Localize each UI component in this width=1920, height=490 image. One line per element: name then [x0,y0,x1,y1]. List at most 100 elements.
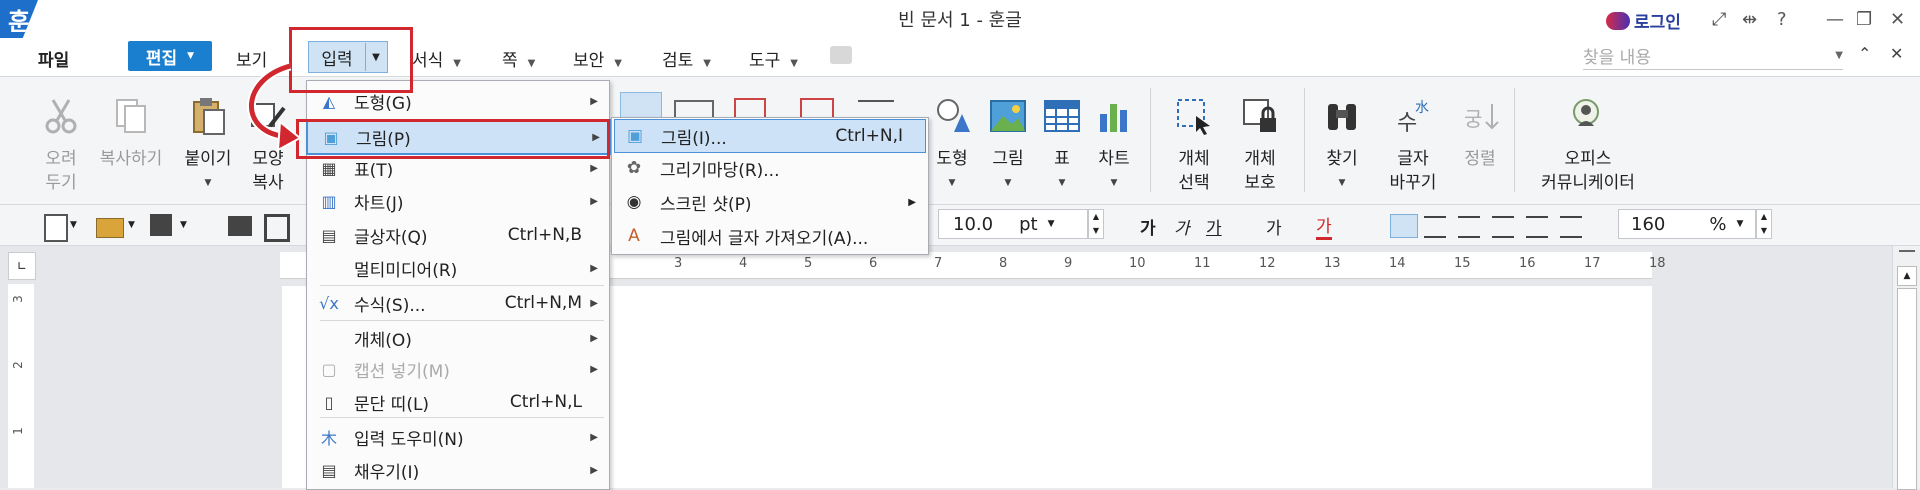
cut-button[interactable]: 오려 두기 [38,96,84,195]
print-icon[interactable] [228,216,252,236]
menu-item-multimedia[interactable]: 멀티미디어(R) ▶ [306,252,608,284]
menu-item-formula[interactable]: √x 수식(S)... Ctrl+N,M ▶ [306,287,608,319]
chevron-right-icon: ▶ [590,464,598,476]
collapse-ribbon-icon[interactable]: ⌃ [1858,44,1871,63]
communicator-icon [1573,99,1599,126]
scroll-menu-icon[interactable] [1899,250,1915,256]
menu-page[interactable]: 쪽 ▼ [502,46,535,71]
submenu-item[interactable]: ▣ 그림(I)... Ctrl+N,I [614,119,926,153]
chevron-down-icon[interactable]: ▼ [128,220,135,230]
chevron-right-icon: ▶ [590,262,598,274]
ribbon-separator [1150,88,1151,192]
chevron-down-icon[interactable]: ▼ [1835,50,1843,61]
preview-icon[interactable] [264,214,290,242]
menu-tools[interactable]: 도구 ▼ [749,46,798,71]
menu-format[interactable]: 서식 ▼ [412,46,461,71]
submenu-item[interactable]: ✿ 그리기마당(R)... [614,152,924,184]
vertical-scrollbar[interactable]: ▲ [1892,246,1920,490]
fill-icon: ▤ [321,460,337,480]
object-protect-label-2: 보호 [1244,173,1276,193]
table-button[interactable]: 표 ▼ [1040,96,1084,195]
chevron-down-icon[interactable]: ▼ [1040,171,1084,195]
italic-icon[interactable]: 가 [1174,214,1190,239]
font-size-stepper[interactable]: ▲ ▼ [1088,209,1104,239]
align-right-icon[interactable] [1492,216,1514,238]
scroll-thumb[interactable] [1897,288,1917,490]
align-distribute-icon[interactable] [1526,216,1548,238]
chevron-down-icon[interactable]: ▼ [1736,219,1743,229]
chevron-down-icon[interactable]: ▼ [180,171,236,195]
menu-item-fill[interactable]: ▤ 채우기(I) ▶ [306,454,608,486]
shape-button[interactable]: 도형 ▼ [930,96,974,195]
menu-review[interactable]: 검토 ▼ [662,46,711,71]
search-input[interactable]: 찾을 내용 ▼ [1583,41,1843,70]
menu-item-object[interactable]: 개체(O) ▶ [306,322,608,354]
chevron-down-icon[interactable]: ▼ [1320,171,1364,195]
menu-item-shortcut: Ctrl+N,L [509,392,582,412]
chevron-down-icon[interactable]: ▼ [70,220,77,230]
chevron-down-icon[interactable]: ▼ [930,171,974,195]
ruler-corner-icon[interactable]: ∟ [8,252,36,280]
vruler-tick-label: 3 [10,295,25,303]
align-justify-icon[interactable] [1390,214,1418,238]
bold-icon[interactable]: 가 [1140,214,1156,239]
chevron-down-icon[interactable]: ▼ [180,220,187,230]
new-doc-icon[interactable] [44,214,68,242]
chevron-down-icon[interactable]: ▼ [1092,171,1136,195]
replace-button[interactable]: 수水 글자 바꾸기 [1386,96,1440,195]
underline-icon[interactable]: 가 [1206,214,1222,239]
ruler-tick-label: 3 [674,256,683,271]
copy-button[interactable]: 복사하기 [94,96,168,171]
chart-button[interactable]: 차트 ▼ [1092,96,1136,195]
object-protect-button[interactable]: 개체 보호 [1236,96,1284,195]
help-icon[interactable]: ? [1777,9,1787,30]
align-divide-icon[interactable] [1560,216,1582,238]
menu-item-textbox[interactable]: ▤ 글상자(Q) Ctrl+N,B [306,219,608,251]
minimize-icon[interactable]: — [1826,9,1844,30]
menu-tools-label: 도구 [749,51,781,71]
chevron-down-icon: ▼ [527,58,536,69]
menu-item-label: 차트(J) [354,193,404,214]
align-center-icon[interactable] [1458,216,1480,238]
zoom-input[interactable]: 160 % ▼ [1618,209,1756,239]
office-communicator-button[interactable]: 오피스 커뮤니케이터 [1530,96,1646,195]
chevron-down-icon[interactable]: ▼ [986,171,1030,195]
font-color-icon[interactable]: 가 [1316,212,1332,240]
menu-item-caption[interactable]: ▢ 캡션 넣기(M) ▶ [306,353,608,385]
picture-button[interactable]: 그림 ▼ [986,96,1030,195]
login-button[interactable]: 로그인 [1606,8,1681,33]
replace-label-2: 바꾸기 [1389,173,1437,193]
strikethrough-icon[interactable]: 가 [1266,214,1282,239]
submenu-item[interactable]: A 그림에서 글자 가져오기(A)... [614,220,924,252]
paste-button[interactable]: 붙이기 ▼ [180,96,236,195]
menu-item-paragraph-band[interactable]: ▯ 문단 띠(L) Ctrl+N,L [306,386,608,418]
find-button[interactable]: 찾기 ▼ [1320,96,1364,195]
object-select-button[interactable]: 개체 선택 [1170,96,1218,195]
object-select-label-1: 개체 [1178,149,1210,169]
menu-item-label: 채우기(I) [354,462,420,483]
chevron-down-icon[interactable]: ▼ [1048,219,1055,229]
ribbon-separator [1514,88,1515,192]
tidy-button[interactable]: 궁 정렬 [1458,96,1502,171]
menu-edit[interactable]: 편집 ▼ [128,41,212,71]
scroll-up-icon[interactable]: ▲ [1897,266,1917,286]
open-folder-icon[interactable] [96,218,124,238]
align-left-icon[interactable] [1424,216,1446,238]
submenu-item[interactable]: ◉ 스크린 샷(P) ▶ [614,186,924,218]
close-doc-icon[interactable]: ✕ [1890,44,1903,63]
fullscreen-icon[interactable]: ⤢ [1712,9,1726,30]
menu-file[interactable]: 파일 [38,46,69,71]
zoom-stepper[interactable]: ▲ ▼ [1756,209,1772,239]
split-icon[interactable]: ⇹ [1742,9,1757,30]
binoculars-icon [1328,104,1356,130]
object-select-label-2: 선택 [1178,173,1210,193]
ruler-tick-label: 6 [869,256,878,271]
close-icon[interactable]: ✕ [1890,9,1905,30]
menu-security[interactable]: 보안 ▼ [573,46,622,71]
restore-icon[interactable]: ❐ [1856,9,1872,30]
font-size-input[interactable]: 10.0 pt ▼ [938,209,1088,239]
save-icon[interactable] [150,214,172,236]
vertical-ruler[interactable] [8,284,34,488]
menu-item-input-helper[interactable]: 木 입력 도우미(N) ▶ [306,421,608,453]
menu-item-chart[interactable]: ▥ 차트(J) ▶ [306,185,608,217]
